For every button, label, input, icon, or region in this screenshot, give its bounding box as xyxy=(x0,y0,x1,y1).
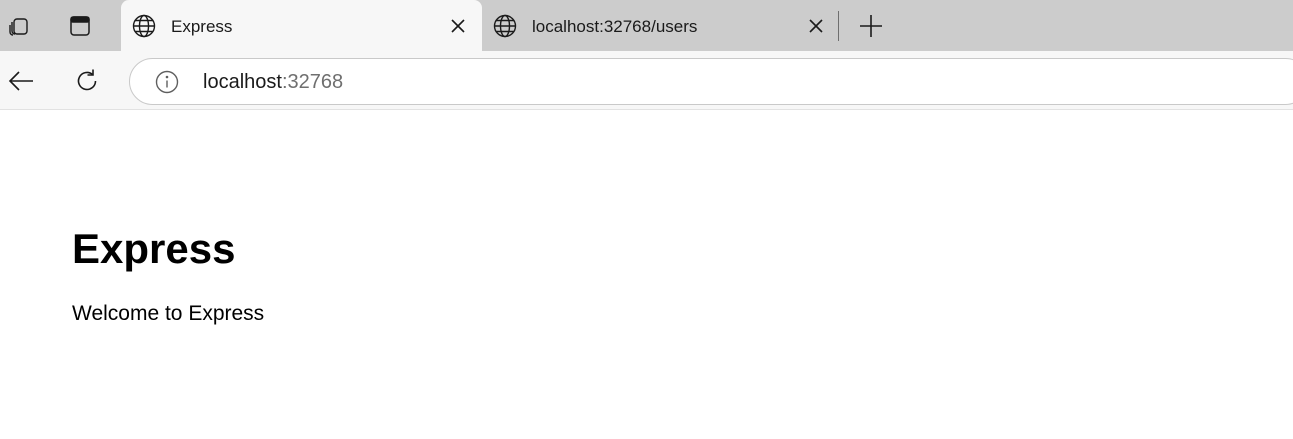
workspaces-button[interactable] xyxy=(0,7,38,45)
tab-actions-button[interactable] xyxy=(61,7,99,45)
back-arrow-icon xyxy=(7,67,35,95)
info-icon[interactable] xyxy=(154,69,180,95)
globe-icon xyxy=(131,13,157,39)
page-title: Express xyxy=(72,225,236,272)
workspaces-icon xyxy=(6,13,32,39)
url-port: :32768 xyxy=(281,71,344,93)
address-bar[interactable]: localhost:32768 xyxy=(129,58,1293,105)
url-host: localhost xyxy=(203,71,282,93)
browser-toolbar: localhost:32768 xyxy=(0,51,1293,110)
url-text: localhost:32768 xyxy=(203,71,343,94)
tab-strip: Express localhost:32768/users xyxy=(0,0,1293,51)
tab-actions-icon xyxy=(68,14,92,38)
page-content: Express Welcome to Express xyxy=(0,111,1293,439)
close-icon[interactable] xyxy=(447,15,469,37)
new-tab-button[interactable] xyxy=(853,8,889,44)
welcome-message: Welcome to Express xyxy=(72,302,265,325)
tab-separator xyxy=(838,11,839,41)
refresh-button[interactable] xyxy=(69,63,105,99)
tab-users[interactable]: localhost:32768/users xyxy=(482,0,838,51)
close-icon[interactable] xyxy=(805,15,827,37)
refresh-icon xyxy=(73,67,101,95)
tab-express[interactable]: Express xyxy=(121,0,482,51)
back-button[interactable] xyxy=(3,63,39,99)
globe-icon xyxy=(492,13,518,39)
tab-title: localhost:32768/users xyxy=(532,17,698,36)
tab-title: Express xyxy=(171,17,233,36)
plus-icon xyxy=(859,14,883,38)
